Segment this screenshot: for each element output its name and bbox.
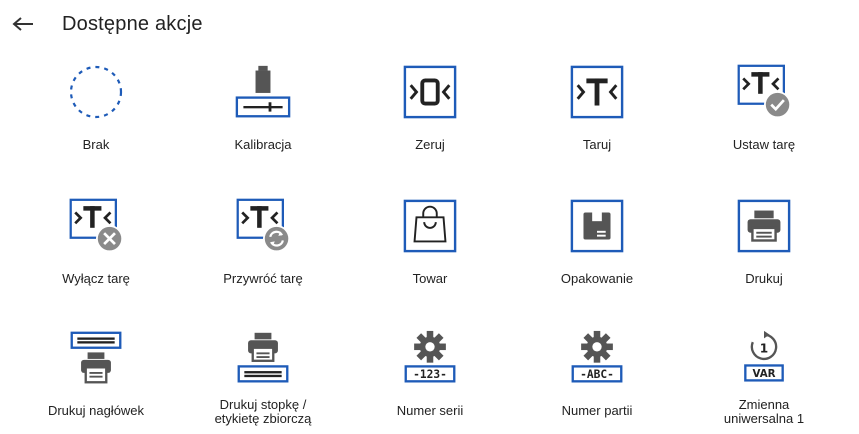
action-label: Drukuj stopkę / etykietę zbiorczą xyxy=(188,398,338,426)
batch-code: -123- xyxy=(413,368,447,381)
product-bag-icon xyxy=(402,198,458,254)
restore-tare-icon xyxy=(235,198,291,254)
printer-icon xyxy=(736,198,792,254)
packaging-icon xyxy=(569,198,625,254)
action-label: Drukuj xyxy=(745,271,783,286)
batch-number-icon: -123- xyxy=(402,330,458,386)
action-label: Drukuj nagłówek xyxy=(47,403,145,418)
action-label: Brak xyxy=(82,137,110,152)
action-label: Ustaw tarę xyxy=(732,137,796,152)
header: Dostępne akcje xyxy=(0,0,859,48)
action-packaging[interactable]: Opakowanie xyxy=(522,182,672,302)
action-label: Zeruj xyxy=(415,137,445,152)
action-disable-tare[interactable]: Wyłącz tarę xyxy=(21,182,171,302)
action-tare[interactable]: Taruj xyxy=(522,48,672,168)
action-batch-number[interactable]: -123- Numer serii xyxy=(355,314,505,434)
dashed-circle-icon xyxy=(68,64,124,120)
action-label: Numer partii xyxy=(561,403,633,418)
action-calibration[interactable]: Kalibracja xyxy=(188,48,338,168)
print-header-icon xyxy=(68,330,124,386)
calibration-icon xyxy=(235,64,291,120)
action-label: Towar xyxy=(412,271,448,286)
action-restore-tare[interactable]: Przywróć tarę xyxy=(188,182,338,302)
action-label: Numer serii xyxy=(396,403,464,418)
variable-code: VAR xyxy=(752,368,775,380)
action-universal-variable[interactable]: 1 VAR Zmienna uniwersalna 1 xyxy=(689,314,839,434)
lot-number-icon: -ABC- xyxy=(569,330,625,386)
variable-digit: 1 xyxy=(760,341,768,355)
action-none[interactable]: Brak xyxy=(21,48,171,168)
page-title: Dostępne akcje xyxy=(62,13,203,35)
action-label-line2: etykietę zbiorczą xyxy=(214,411,312,426)
action-label-line1: Drukuj stopkę / xyxy=(219,397,307,412)
action-product[interactable]: Towar xyxy=(355,182,505,302)
zero-icon xyxy=(402,64,458,120)
action-label: Wyłącz tarę xyxy=(62,271,130,286)
action-print[interactable]: Drukuj xyxy=(689,182,839,302)
action-zero[interactable]: Zeruj xyxy=(355,48,505,168)
action-label: Zmienna uniwersalna 1 xyxy=(689,398,839,426)
arrow-left-icon xyxy=(12,17,33,31)
action-label-line1: Zmienna xyxy=(738,397,790,412)
action-label: Przywróć tarę xyxy=(223,271,303,286)
universal-variable-icon: 1 VAR xyxy=(736,330,792,386)
action-label-line2: uniwersalna 1 xyxy=(723,411,805,426)
tare-icon xyxy=(569,64,625,120)
back-button[interactable] xyxy=(6,10,40,38)
lot-code: -ABC- xyxy=(580,368,614,381)
action-label: Kalibracja xyxy=(234,137,292,152)
print-footer-icon xyxy=(235,330,291,386)
action-lot-number[interactable]: -ABC- Numer partii xyxy=(522,314,672,434)
action-print-header[interactable]: Drukuj nagłówek xyxy=(21,314,171,434)
action-label: Opakowanie xyxy=(560,271,634,286)
action-print-footer[interactable]: Drukuj stopkę / etykietę zbiorczą xyxy=(188,314,338,434)
set-tare-icon xyxy=(736,64,792,120)
action-label: Taruj xyxy=(582,137,612,152)
disable-tare-icon xyxy=(68,198,124,254)
action-set-tare[interactable]: Ustaw tarę xyxy=(689,48,839,168)
